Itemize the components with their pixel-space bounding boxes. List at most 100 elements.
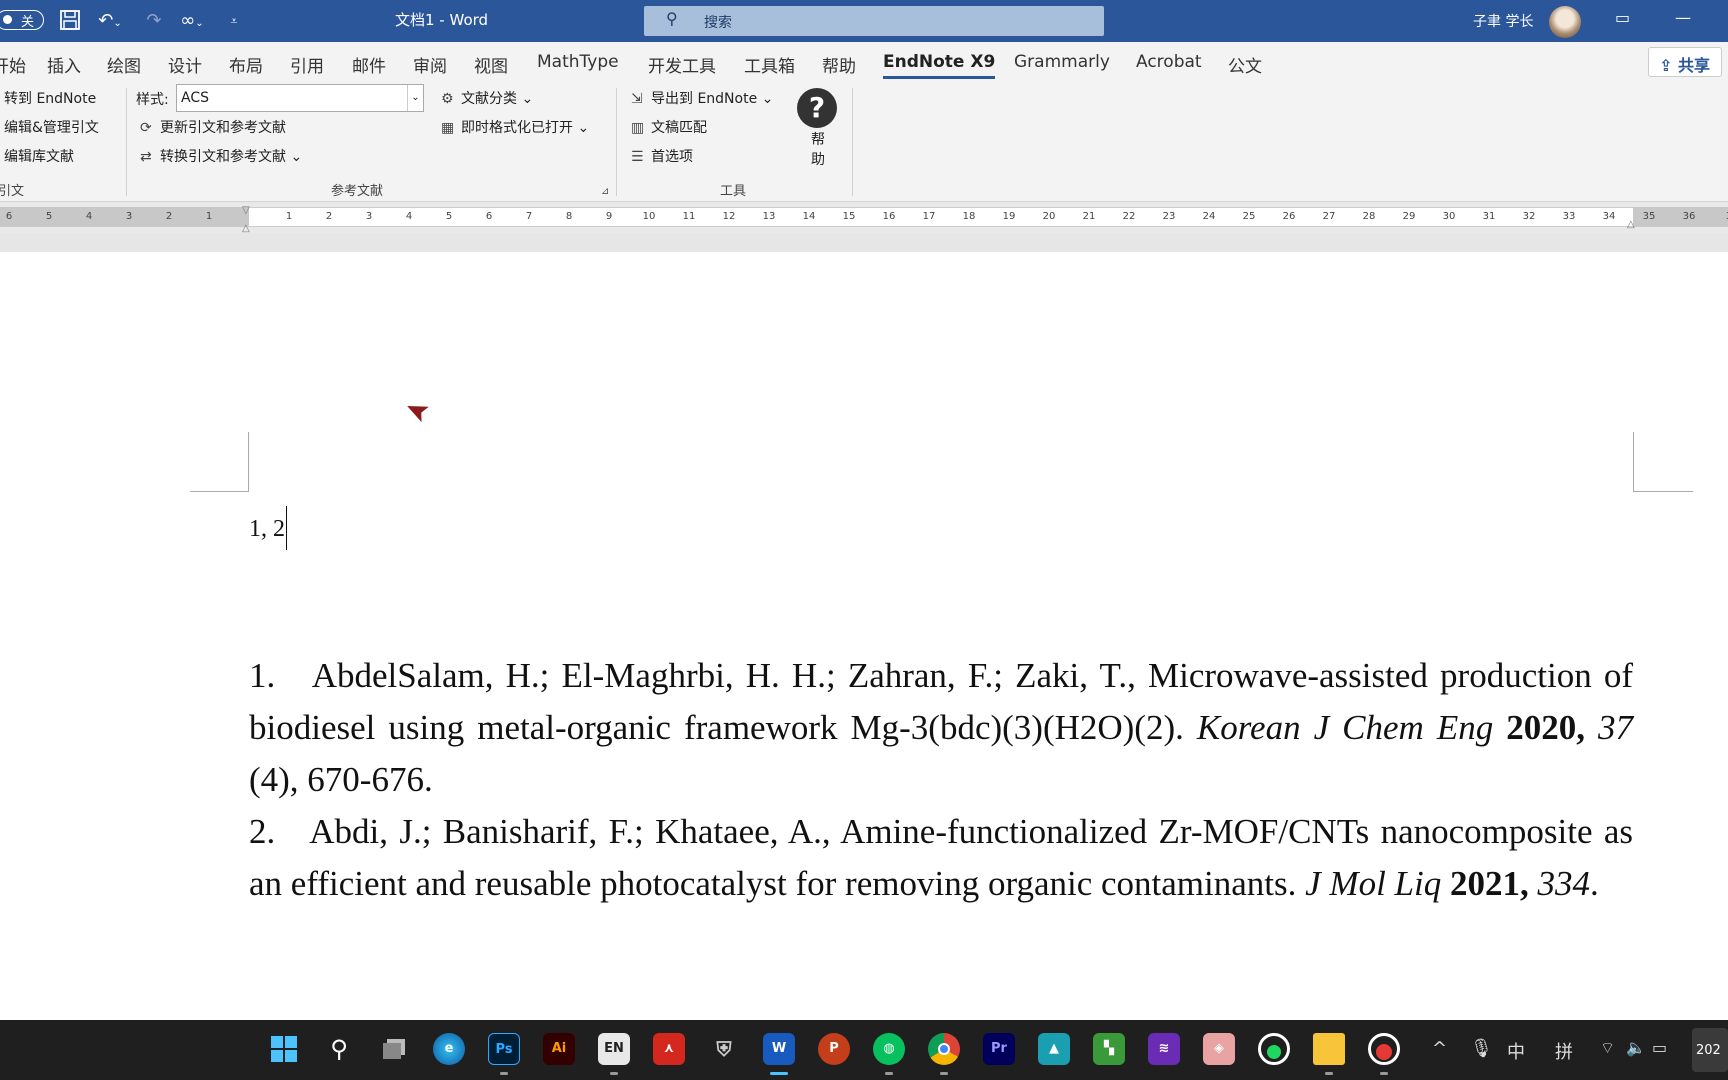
edit-library-reference-button[interactable]: 编辑库文献 [4, 146, 74, 166]
reference-entry[interactable]: 1. AbdelSalam, H.; El-Maghrbi, H. H.; Za… [249, 650, 1633, 806]
search-box[interactable]: ⚲ 搜索 [644, 6, 1104, 36]
volume-icon[interactable]: 🔈 [1626, 1038, 1646, 1057]
microphone-icon[interactable]: 🎙 [1470, 1038, 1493, 1059]
recorder-icon[interactable] [1368, 1033, 1400, 1065]
tab-draw[interactable]: 绘图 [107, 52, 141, 77]
acrobat-icon[interactable]: ⋏ [653, 1033, 685, 1065]
tab-acrobat[interactable]: Acrobat [1136, 52, 1202, 72]
tab-insert[interactable]: 插入 [47, 52, 81, 77]
tab-review[interactable]: 审阅 [413, 52, 447, 77]
avatar[interactable] [1549, 6, 1581, 38]
ruler-number: 3 [1719, 211, 1728, 222]
battery-icon[interactable]: ▭ [1652, 1038, 1667, 1057]
file-explorer-icon[interactable] [1313, 1033, 1345, 1065]
dialog-launcher-icon[interactable]: ⊿ [601, 186, 609, 197]
ruler-number: 21 [1082, 211, 1096, 222]
help-button-label[interactable]: 帮助 [808, 130, 828, 170]
ruler-number: 18 [962, 211, 976, 222]
save-icon[interactable] [58, 9, 82, 33]
chevron-down-icon[interactable]: ⌄ [407, 85, 423, 111]
horizontal-ruler[interactable]: 6 5 4 3 2 1 1 2 3 4 5 6 7 8 9 10 11 12 13 14 15 16 17 18 19 20 21 2… [0, 203, 1728, 234]
right-indent-marker[interactable]: △ [1627, 219, 1635, 230]
instant-formatting-button[interactable]: ▦ 即时格式化已打开 ⌄ [441, 117, 589, 137]
edit-manage-citations-button[interactable]: 编辑&管理引文 [4, 117, 99, 137]
style-select[interactable]: ACS ⌄ [176, 84, 424, 112]
search-icon[interactable]: ⚲ [323, 1033, 355, 1065]
go-to-endnote-button[interactable]: 转到 EndNote [4, 88, 96, 108]
word-icon[interactable]: W [763, 1033, 795, 1065]
purple-app-icon[interactable]: ≋ [1148, 1033, 1180, 1065]
tab-help[interactable]: 帮助 [822, 52, 856, 77]
edge-icon[interactable]: e [433, 1033, 465, 1065]
ruler-number: 20 [1042, 211, 1056, 222]
premiere-icon[interactable]: Pr [983, 1033, 1015, 1065]
group-separator [126, 88, 127, 196]
minimize-icon[interactable]: — [1675, 8, 1691, 27]
pink-app-icon[interactable]: ◈ [1203, 1033, 1235, 1065]
illustrator-icon[interactable]: Ai [543, 1033, 575, 1065]
autosave-toggle[interactable]: 关 [0, 10, 44, 30]
ribbon-display-icon[interactable]: ▭ [1615, 8, 1630, 27]
ruler-number: 2 [165, 211, 173, 222]
ruler-number: 11 [682, 211, 696, 222]
update-citations-button[interactable]: ⟳ 更新引文和参考文献 [140, 117, 286, 137]
reference-entry[interactable]: 2. Abdi, J.; Banisharif, F.; Khataee, A.… [249, 806, 1633, 910]
help-icon[interactable]: ? [797, 88, 837, 128]
blue-app-icon[interactable]: ▲ [1038, 1033, 1070, 1065]
green-app-icon[interactable]: ▚ [1093, 1033, 1125, 1065]
tab-developer[interactable]: 开发工具 [648, 52, 716, 77]
powerpoint-icon[interactable]: P [818, 1033, 850, 1065]
ime-mode[interactable]: 拼 [1555, 1038, 1573, 1064]
ruler-number: 5 [45, 211, 53, 222]
tab-official-doc[interactable]: 公文 [1228, 52, 1262, 77]
preferences-button[interactable]: ☰ 首选项 [631, 146, 693, 166]
tab-mathtype[interactable]: MathType [537, 52, 619, 72]
tab-endnote[interactable]: EndNote X9 [883, 52, 996, 79]
tab-references[interactable]: 引用 [290, 52, 324, 77]
ruler-number: 4 [405, 211, 413, 222]
redo-icon[interactable]: ↷ [142, 9, 166, 33]
tab-home[interactable]: 开始 [0, 52, 26, 77]
tab-design[interactable]: 设计 [168, 52, 202, 77]
margin-corner-mark [190, 432, 249, 492]
ruler-number: 23 [1162, 211, 1176, 222]
tab-toolbox[interactable]: 工具箱 [744, 52, 795, 77]
in-text-citation[interactable]: 1, 2 [249, 506, 287, 550]
instant-format-icon: ▦ [441, 120, 455, 136]
first-line-indent-marker[interactable]: ▽ [242, 205, 250, 216]
ime-language[interactable]: 中 [1507, 1038, 1525, 1064]
endnote-icon[interactable]: EN [598, 1033, 630, 1065]
windows-start-icon[interactable] [268, 1033, 300, 1065]
green-circle-app-icon[interactable] [1258, 1033, 1290, 1065]
ribbon-tabs: 开始 插入 绘图 设计 布局 引用 邮件 审阅 视图 MathType 开发工具… [0, 42, 1728, 82]
ruler-number: 31 [1482, 211, 1496, 222]
user-name[interactable]: 子聿 学长 [1473, 11, 1533, 31]
tab-mailings[interactable]: 邮件 [352, 52, 386, 77]
wechat-icon[interactable]: ◍ [873, 1033, 905, 1065]
ruler-number: 14 [802, 211, 816, 222]
ruler-number: 8 [565, 211, 573, 222]
chrome-icon[interactable] [928, 1033, 960, 1065]
task-view-icon[interactable] [378, 1033, 410, 1065]
customize-qat-icon[interactable]: ⩡ [224, 9, 244, 33]
categorize-references-button[interactable]: ⚙ 文献分类 ⌄ [441, 88, 533, 108]
share-button[interactable]: ⇪ 共享 [1648, 47, 1722, 77]
tab-layout[interactable]: 布局 [229, 52, 263, 77]
tab-grammarly[interactable]: Grammarly [1014, 52, 1110, 72]
convert-citations-button[interactable]: ⇄ 转换引文和参考文献 ⌄ [140, 146, 302, 166]
hanging-indent-marker[interactable]: △ [242, 223, 250, 234]
tab-view[interactable]: 视图 [474, 52, 508, 77]
photoshop-icon[interactable]: Ps [488, 1033, 520, 1065]
game-app-icon[interactable]: ⛨ [708, 1033, 740, 1065]
wifi-icon[interactable]: ⌔ [1600, 1038, 1615, 1058]
ruler-number: 6 [5, 211, 13, 222]
ruler-number: 1 [205, 211, 213, 222]
export-to-endnote-button[interactable]: ⇲ 导出到 EndNote ⌄ [631, 88, 773, 108]
chevron-up-icon[interactable]: ^ [1432, 1038, 1447, 1059]
ruler-number: 22 [1122, 211, 1136, 222]
ruler-number: 33 [1562, 211, 1576, 222]
undo-icon[interactable]: ↶⌄ [94, 9, 126, 33]
clock[interactable]: 202 [1692, 1028, 1728, 1072]
manuscript-matcher-button[interactable]: ▥ 文稿匹配 [631, 117, 707, 137]
loop-icon[interactable]: ∞⌄ [172, 9, 212, 33]
